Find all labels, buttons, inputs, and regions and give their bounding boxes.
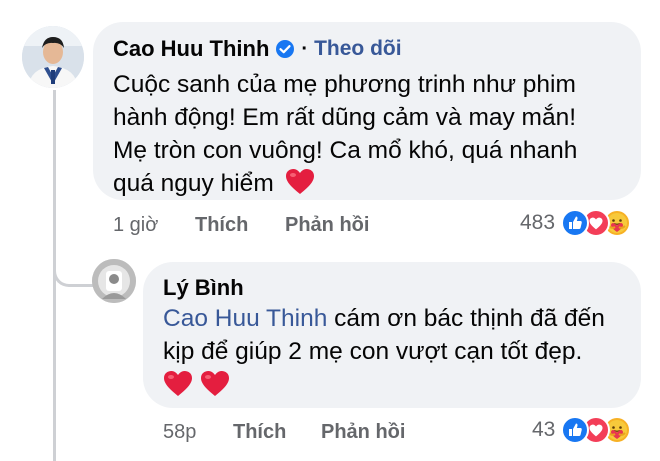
- heart-emoji-icon: [200, 370, 230, 406]
- mention-link[interactable]: Cao Huu Thinh: [163, 305, 327, 332]
- avatar-cao-huu-thinh[interactable]: [22, 26, 84, 88]
- like-link[interactable]: Thích: [195, 214, 248, 237]
- follow-link[interactable]: Theo dõi: [314, 37, 402, 61]
- separator-dot: ·: [301, 37, 309, 60]
- reply-bubble: Lý Bình Cao Huu Thinh cám ơn bác thịnh đ…: [143, 262, 641, 408]
- comment-author[interactable]: Cao Huu Thinh: [113, 36, 269, 62]
- comment-text: Cuộc sanh của mẹ phương trinh như phim h…: [113, 71, 578, 197]
- reaction-count: 483: [520, 211, 556, 234]
- reply-connector: [53, 248, 94, 287]
- reply-reactions[interactable]: 43: [532, 416, 632, 444]
- hearts-emoji: [163, 370, 613, 402]
- reply-text-block: Cao Huu Thinh cám ơn bác thịnh đã đến kị…: [163, 302, 613, 402]
- comment-text-block: Cuộc sanh của mẹ phương trinh như phim h…: [113, 68, 613, 204]
- verified-badge-icon: [275, 39, 295, 59]
- reply-author[interactable]: Lý Bình: [163, 275, 244, 300]
- comment-timestamp[interactable]: 1 giờ: [113, 214, 158, 237]
- reaction-count: 43: [532, 418, 556, 441]
- like-icon: [561, 209, 590, 237]
- reply-link[interactable]: Phản hồi: [285, 214, 369, 237]
- avatar-ly-binh[interactable]: [92, 259, 136, 303]
- reply-like-link[interactable]: Thích: [233, 421, 286, 444]
- comment-reactions[interactable]: 483: [520, 209, 632, 237]
- heart-emoji-icon: [285, 168, 315, 204]
- reply-reply-link[interactable]: Phản hồi: [321, 421, 405, 444]
- reply-timestamp[interactable]: 58p: [163, 421, 196, 444]
- comment-bubble: Cao Huu Thinh · Theo dõi Cuộc sanh của m…: [93, 22, 641, 200]
- heart-emoji-icon: [163, 370, 193, 406]
